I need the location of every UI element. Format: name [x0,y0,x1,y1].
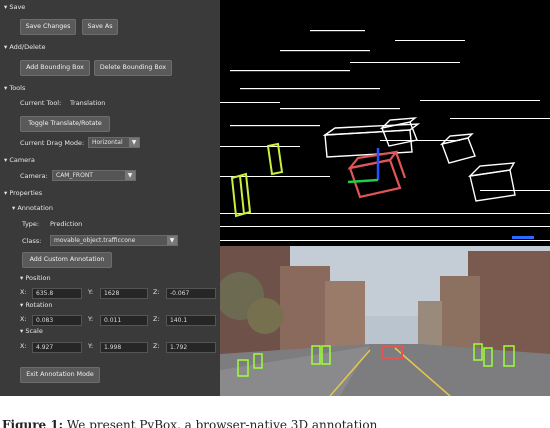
delete-bounding-box-button[interactable]: Delete Bounding Box [94,60,172,76]
exit-annotation-mode-button[interactable]: Exit Annotation Mode [20,367,100,383]
camera-section-header[interactable]: ▾ Camera [4,156,35,164]
class-label: Class: [22,237,42,245]
lidar-3d-view[interactable] [220,0,550,246]
class-value: movable_object.trafficcone [54,237,136,244]
green-bounding-boxes [230,142,284,218]
scale-x-label: X: [20,343,27,350]
chevron-down-icon: ▼ [125,171,135,180]
type-label: Type: [22,220,40,228]
add-bounding-box-button[interactable]: Add Bounding Box [20,60,90,76]
scale-x-field[interactable]: 4.927 [32,342,82,353]
rotation-y-field[interactable]: 0.011 [100,315,148,326]
add-delete-section-header[interactable]: ▾ Add/Delete [4,43,45,51]
position-x-label: X: [20,289,27,296]
figure-caption: Figure 1: We present PyBox, a browser-na… [2,418,377,428]
add-custom-annotation-button[interactable]: Add Custom Annotation [22,252,112,268]
position-y-label: Y: [88,289,94,296]
class-select[interactable]: movable_object.trafficcone ▼ [50,235,178,246]
rotation-y-label: Y: [88,316,94,323]
drag-mode-label: Current Drag Mode: [20,139,85,147]
position-z-field[interactable]: -0.067 [166,288,216,299]
scale-z-label: Z: [153,343,160,350]
drag-mode-value: Horizontal [92,139,123,146]
chevron-down-icon: ▼ [167,236,177,245]
scale-section-header[interactable]: ▾ Scale [20,327,43,335]
axis-indicator [512,236,534,239]
lidar-canvas [220,30,550,241]
white-bounding-boxes [322,117,516,202]
rotation-z-label: Z: [153,316,160,323]
save-changes-button[interactable]: Save Changes [20,19,76,35]
scale-y-label: Y: [88,343,94,350]
toggle-translate-rotate-button[interactable]: Toggle Translate/Rotate [20,116,110,132]
rotation-z-field[interactable]: 140.1 [166,315,216,326]
save-section-header[interactable]: ▾ Save [4,3,25,11]
position-x-field[interactable]: 635.8 [32,288,82,299]
chevron-down-icon: ▼ [129,138,139,147]
camera-image [220,246,550,396]
caption-text: We present PyBox, a browser-native 3D an… [63,418,378,428]
caption-prefix: Figure 1: [2,418,64,428]
rotation-section-header[interactable]: ▾ Rotation [20,301,53,309]
camera-select[interactable]: CAM_FRONT ▼ [52,170,136,181]
position-section-header[interactable]: ▾ Position [20,274,51,282]
camera-value: CAM_FRONT [56,172,93,179]
scale-y-field[interactable]: 1.998 [100,342,148,353]
drag-mode-select[interactable]: Horizontal ▼ [88,137,140,148]
camera-label: Camera: [20,172,48,180]
type-value: Prediction [50,220,83,228]
annotation-section-header[interactable]: ▾ Annotation [12,204,53,212]
scale-z-field[interactable]: 1.792 [166,342,216,353]
properties-section-header[interactable]: ▾ Properties [4,189,42,197]
camera-image-view[interactable] [220,246,550,396]
tools-section-header[interactable]: ▾ Tools [4,84,25,92]
position-y-field[interactable]: 1628 [100,288,148,299]
rotation-x-field[interactable]: 0.083 [32,315,82,326]
rotation-x-label: X: [20,316,27,323]
current-tool-label: Current Tool: [20,99,62,107]
control-panel: ▾ Save Save Changes Save As ▾ Add/Delete… [0,0,220,396]
save-as-button[interactable]: Save As [82,19,118,35]
current-tool-value: Translation [70,99,106,107]
position-z-label: Z: [153,289,160,296]
